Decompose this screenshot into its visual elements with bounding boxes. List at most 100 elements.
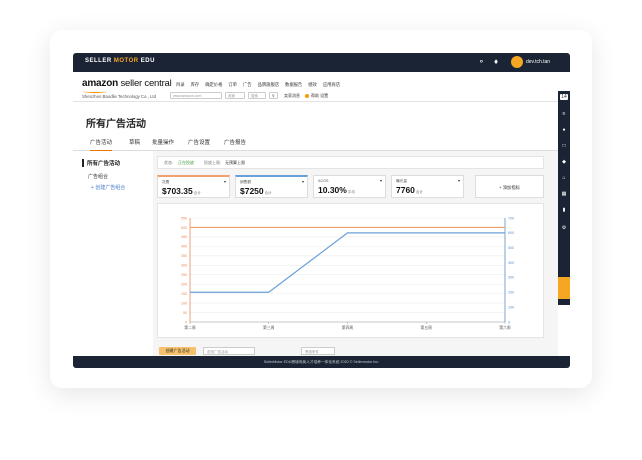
menu-item[interactable]: 目录 [176, 82, 185, 88]
line-chart-svg: 0 50 100 150 200 250 300 350 400 450 500 550 0 100 200… [181, 216, 514, 330]
sidebar-title[interactable]: 所有广告活动 [82, 159, 120, 167]
file-icon[interactable]: ▦ [560, 191, 568, 197]
username[interactable]: dev.tch.tan [526, 59, 550, 65]
metric-value: 7760 [396, 185, 415, 195]
tab-ad-reports[interactable]: 广告报告 [224, 138, 246, 146]
search-input[interactable]: 搜索 [248, 92, 266, 99]
menu-item[interactable]: 应用商店 [323, 82, 340, 88]
add-metric-button[interactable]: + 添加指标 [475, 175, 544, 198]
metric-label: 花费 [162, 180, 170, 184]
chevron-down-icon[interactable]: ▾ [458, 178, 460, 183]
campaign-search-input[interactable]: 查找广告活动 [203, 347, 255, 355]
company-name: Shenzhen Baodlie Technology Co., Ltd [82, 94, 156, 99]
metric-label: 销售额 [240, 180, 252, 184]
amazon-logo[interactable]: amazon seller central [82, 78, 172, 89]
list-icon[interactable]: ≡ [560, 111, 568, 117]
y-left-tick-label: 400 [181, 245, 187, 249]
metric-cards: 花费 ▾ $703.35合计 销售额 ▾ $7250合计 ACOS ▾ 10.3… [157, 175, 544, 198]
filter-select[interactable]: 筛选条件 [301, 347, 335, 355]
y-left-tick-label: 250 [181, 273, 187, 277]
create-portfolio-link[interactable]: + 创建广告组合 [91, 184, 125, 191]
amazon-header: amazon seller central Shenzhen Baodlie T… [73, 72, 558, 102]
y-right-tick-label: 600 [508, 231, 514, 235]
filter-status-label: 状态: [164, 160, 174, 165]
count-badge[interactable]: 14 [560, 94, 568, 100]
main-menu: 目录 库存 确定价格 订单 广告 品牌旗舰店 数据报告 绩效 应用商店 [176, 82, 340, 88]
search-type-select[interactable]: 卖家 [225, 92, 245, 99]
chevron-down-icon[interactable]: ▾ [224, 179, 226, 184]
feedback-button[interactable] [558, 277, 570, 299]
y-right-tick-label: 700 [508, 216, 514, 220]
metric-value: 10.30% [318, 185, 347, 195]
y-left-tick-label: 300 [181, 264, 187, 268]
filter-status-value[interactable]: 正在投放 [178, 160, 194, 166]
top-navbar: SELLER MOTOR EDU ⚬ ♦ dev.tch.tan [73, 53, 570, 72]
main-content: 状态: 正在投放 投放上限: 无预算上限 花费 ▾ $703.35合计 销售额 … [153, 151, 558, 351]
marketplace-input[interactable]: www.amazon.com [170, 92, 222, 99]
y-left-tick-label: 450 [181, 235, 187, 239]
avatar[interactable] [511, 56, 523, 68]
x-tick-label: 第六周 [499, 325, 511, 330]
metric-value: $7250 [240, 186, 264, 196]
right-toolbar: 14 ≡ ● □ ◆ ⌂ ▦ ▮ ⚙ [558, 91, 570, 305]
y-right-tick-label: 400 [508, 261, 514, 265]
menu-item[interactable]: 库存 [191, 82, 200, 88]
menu-item[interactable]: 确定价格 [205, 82, 222, 88]
amazon-smile-icon [83, 90, 107, 93]
y-right-tick-label: 200 [508, 291, 514, 295]
metric-card-spend[interactable]: 花费 ▾ $703.35合计 [157, 175, 230, 198]
menu-item[interactable]: 品牌旗舰店 [258, 82, 279, 88]
menu-item[interactable]: 绩效 [308, 82, 317, 88]
seller-messages-link[interactable]: 卖家消息 [284, 93, 300, 99]
campaign-toolbar: 创建广告活动 查找广告活动 筛选条件 [153, 345, 558, 356]
metric-card-impressions[interactable]: 曝光量 ▾ 7760合计 [391, 175, 464, 198]
chart-icon[interactable]: ▮ [560, 207, 568, 213]
filter-cap-value[interactable]: 无预算上限 [225, 160, 245, 166]
chevron-down-icon[interactable]: ▾ [302, 179, 304, 184]
tab-ad-settings[interactable]: 广告设置 [188, 138, 210, 146]
settings-icon[interactable]: ⚙ [560, 225, 568, 231]
help-settings-link[interactable]: 帮助 设置 [311, 93, 328, 99]
notification-badge [305, 93, 309, 98]
menu-item[interactable]: 数据报告 [285, 82, 302, 88]
headset-icon[interactable]: ⚬ [478, 57, 485, 67]
metric-label: 曝光量 [396, 179, 408, 183]
x-tick-label: 第五周 [421, 325, 433, 330]
tag-icon[interactable]: ◆ [560, 159, 568, 165]
y-right-tick-label: 300 [508, 276, 514, 280]
tab-bulk[interactable]: 批量操作 [152, 138, 174, 146]
search-icon[interactable]: ⚲ [269, 92, 278, 99]
x-tick-label: 第二周 [184, 325, 196, 330]
y-right-tick-label: 100 [508, 305, 514, 309]
menu-item[interactable]: 广告 [243, 82, 252, 88]
y-left-tick-label: 150 [181, 292, 187, 296]
sidebar: 所有广告活动 广告组合 + 创建广告组合 [73, 151, 153, 351]
location-icon[interactable]: ● [560, 127, 568, 133]
series-line-1 [190, 232, 505, 293]
y-left-tick-label: 100 [181, 301, 187, 305]
sellermotor-logo[interactable]: SELLER MOTOR EDU [85, 58, 155, 64]
filter-bar[interactable]: 状态: 正在投放 投放上限: 无预算上限 [157, 156, 544, 169]
app-window: SELLER MOTOR EDU ⚬ ♦ dev.tch.tan amazon … [73, 53, 570, 368]
y-right-tick-label: 500 [508, 246, 514, 250]
document-icon[interactable]: □ [560, 143, 568, 149]
metric-label: ACOS [318, 179, 329, 183]
x-tick-label: 第三周 [263, 325, 275, 330]
menu-item[interactable]: 订单 [228, 82, 237, 88]
y-left-tick-label: 550 [181, 216, 187, 220]
y-right-tick-label: 0 [508, 320, 510, 324]
tab-campaigns[interactable]: 广告活动 [90, 138, 113, 152]
tab-bar: 广告活动 草稿 批量操作 广告设置 广告报告 [73, 135, 558, 152]
sidebar-portfolio: 广告组合 [88, 174, 109, 180]
y-left-tick-label: 200 [181, 282, 187, 286]
home-icon[interactable]: ⌂ [560, 175, 568, 181]
chevron-down-icon[interactable]: ▾ [380, 178, 382, 183]
page-title: 所有广告活动 [86, 119, 146, 130]
bell-icon[interactable]: ♦ [494, 57, 498, 67]
metric-card-sales[interactable]: 销售额 ▾ $7250合计 [235, 175, 308, 198]
performance-chart: 0 50 100 150 200 250 300 350 400 450 500 550 0 100 200… [157, 203, 544, 338]
create-campaign-button[interactable]: 创建广告活动 [159, 347, 196, 355]
metric-card-acos[interactable]: ACOS ▾ 10.30%平均 [313, 175, 386, 198]
tab-drafts[interactable]: 草稿 [129, 138, 140, 146]
y-left-tick-label: 0 [185, 320, 187, 324]
